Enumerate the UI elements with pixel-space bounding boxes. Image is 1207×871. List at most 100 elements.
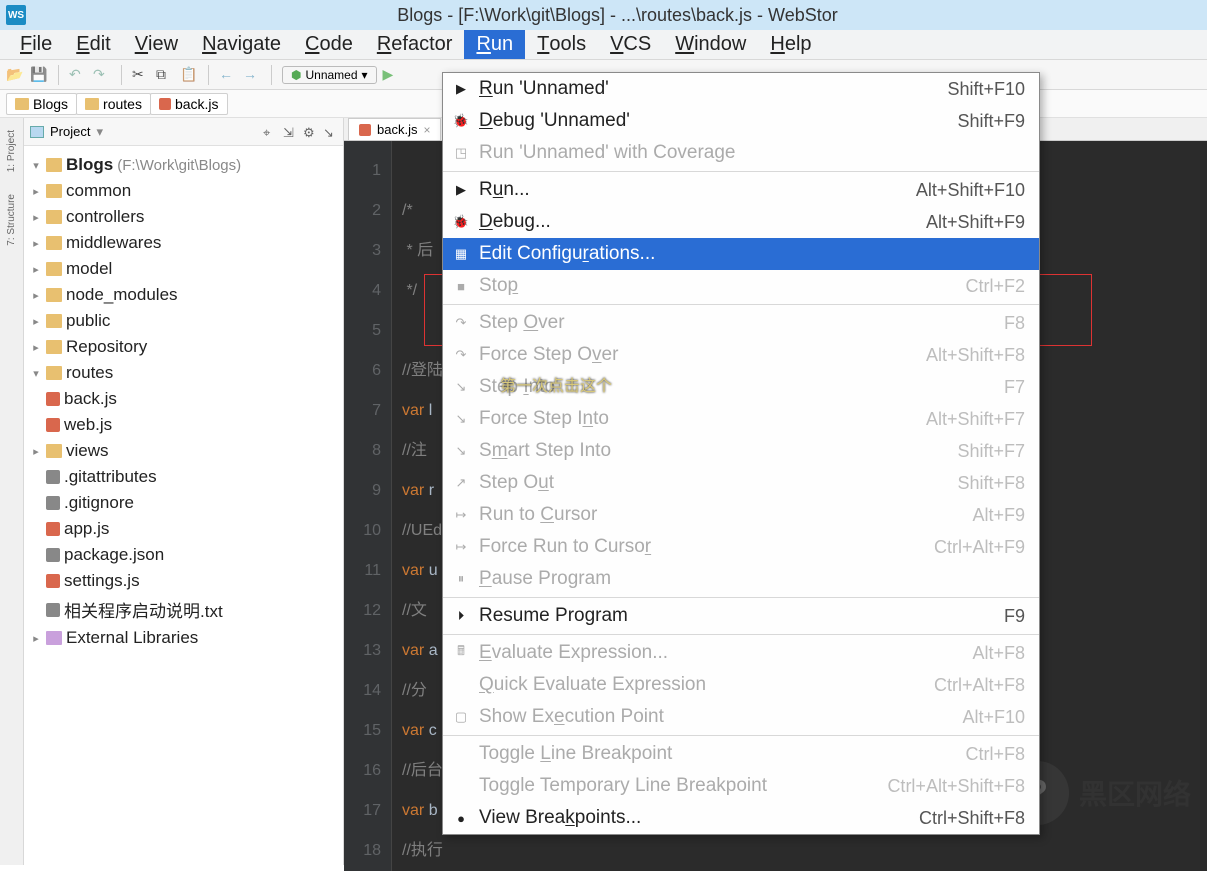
tree-node[interactable]: ▸External Libraries <box>28 625 339 651</box>
tree-twisty-icon: ▸ <box>30 185 42 198</box>
tree-node[interactable]: settings.js <box>28 568 339 594</box>
menu-item-shortcut: Ctrl+Alt+F8 <box>934 675 1025 696</box>
editor-tab-backjs[interactable]: back.js × <box>348 118 441 140</box>
menu-refactor[interactable]: Refactor <box>365 30 465 59</box>
collapse-icon[interactable]: ⇲ <box>283 125 297 139</box>
tree-node[interactable]: ▾Blogs (F:\Work\git\Blogs) <box>28 152 339 178</box>
tree-node[interactable]: ▾routes <box>28 360 339 386</box>
menu-item-label: Debug 'Unnamed' <box>479 110 947 132</box>
project-tree[interactable]: ▾Blogs (F:\Work\git\Blogs)▸common▸contro… <box>24 146 343 657</box>
folder-icon <box>46 158 62 172</box>
redo-icon[interactable]: ↷ <box>93 66 111 84</box>
tree-node[interactable]: .gitattributes <box>28 464 339 490</box>
menu-item[interactable]: 🐞Debug 'Unnamed'Shift+F9 <box>443 105 1039 137</box>
menu-item-shortcut: Alt+F8 <box>972 643 1025 664</box>
tree-node[interactable]: ▸views <box>28 438 339 464</box>
menu-tools[interactable]: Tools <box>525 30 598 59</box>
code-line: //后台 <box>402 751 443 791</box>
open-icon[interactable]: 📂 <box>6 66 24 84</box>
menu-bar: FileEditViewNavigateCodeRefactorRunTools… <box>0 30 1207 60</box>
menu-navigate[interactable]: Navigate <box>190 30 293 59</box>
menu-window[interactable]: Window <box>663 30 758 59</box>
menu-edit[interactable]: Edit <box>64 30 122 59</box>
menu-help[interactable]: Help <box>758 30 823 59</box>
hide-icon[interactable]: ↘ <box>323 125 337 139</box>
tree-label: External Libraries <box>66 628 198 648</box>
menu-item-shortcut: Alt+F9 <box>972 505 1025 526</box>
tree-label: Blogs <box>66 155 113 175</box>
menu-item-label: Smart Step Into <box>479 440 947 462</box>
separator <box>58 65 59 85</box>
menu-item[interactable]: ▦Edit Configurations... <box>443 238 1039 270</box>
undo-icon[interactable]: ↶ <box>69 66 87 84</box>
menu-item-label: Force Run to Cursor <box>479 536 924 558</box>
menu-item[interactable]: 🐞Debug...Alt+Shift+F9 <box>443 206 1039 238</box>
structure-tool-tab[interactable]: 7: Structure <box>4 188 19 252</box>
menu-item-label: Evaluate Expression... <box>479 642 962 664</box>
menu-run[interactable]: Run <box>464 30 525 59</box>
tree-label: web.js <box>64 415 112 435</box>
tree-node[interactable]: ▸ common <box>28 178 339 204</box>
cut-icon[interactable]: ✂ <box>132 66 150 84</box>
folder-icon <box>46 366 62 380</box>
folder-icon <box>46 314 62 328</box>
back-icon[interactable]: ← <box>219 66 237 84</box>
menu-item-icon: ■ <box>453 279 469 294</box>
watermark-text: 黑区网络 <box>1079 773 1191 813</box>
menu-item-shortcut: Ctrl+F8 <box>965 744 1025 765</box>
folder-icon <box>46 340 62 354</box>
tree-node[interactable]: .gitignore <box>28 490 339 516</box>
breadcrumb-item[interactable]: Blogs <box>6 93 77 115</box>
tree-node[interactable]: ▸model <box>28 256 339 282</box>
menu-item-icon: ↦ <box>453 539 469 555</box>
menu-item: ▢Show Execution PointAlt+F10 <box>443 701 1039 733</box>
menu-vcs[interactable]: VCS <box>598 30 663 59</box>
js-file-icon <box>46 574 60 588</box>
tree-node[interactable]: package.json <box>28 542 339 568</box>
code-line: var c <box>402 711 443 751</box>
tab-label: back.js <box>377 122 417 137</box>
tree-label: controllers <box>66 207 144 227</box>
breadcrumb-item[interactable]: routes <box>76 93 151 115</box>
menu-item[interactable]: ⏵Resume ProgramF9 <box>443 600 1039 632</box>
menu-item[interactable]: ▶Run 'Unnamed'Shift+F10 <box>443 73 1039 105</box>
menu-item[interactable]: ▶Run...Alt+Shift+F10 <box>443 174 1039 206</box>
tree-node[interactable]: ▸public <box>28 308 339 334</box>
code-line: var r <box>402 471 443 511</box>
code-line: //注 <box>402 431 443 471</box>
copy-icon[interactable]: ⧉ <box>156 66 174 84</box>
menu-item-icon: ▢ <box>453 709 469 725</box>
menu-item: ⏸Pause Program <box>443 563 1039 595</box>
tree-node[interactable]: ▸node_modules <box>28 282 339 308</box>
menu-file[interactable]: File <box>8 30 64 59</box>
tree-twisty-icon: ▸ <box>30 289 42 302</box>
tree-node[interactable]: ▸Repository <box>28 334 339 360</box>
menu-item-shortcut: Alt+F10 <box>962 707 1025 728</box>
tree-node[interactable]: ▸controllers <box>28 204 339 230</box>
menu-item[interactable]: ●View Breakpoints...Ctrl+Shift+F8 <box>443 802 1039 834</box>
target-icon[interactable]: ⌖ <box>263 125 277 139</box>
gear-icon[interactable]: ⚙ <box>303 125 317 139</box>
menu-view[interactable]: View <box>123 30 190 59</box>
close-tab-icon[interactable]: × <box>423 123 430 137</box>
tree-node[interactable]: back.js <box>28 386 339 412</box>
forward-icon[interactable]: → <box>243 66 261 84</box>
js-file-icon <box>46 522 60 536</box>
tree-node[interactable]: web.js <box>28 412 339 438</box>
paste-icon[interactable]: 📋 <box>180 66 198 84</box>
tree-label: back.js <box>64 389 117 409</box>
run-icon[interactable]: ▶ <box>383 66 401 84</box>
tree-node[interactable]: ▸middlewares <box>28 230 339 256</box>
menu-code[interactable]: Code <box>293 30 365 59</box>
tree-label: common <box>66 181 131 201</box>
code-content[interactable]: /* * 后 *///登陆var l//注var r//UEdvar u//文v… <box>392 141 443 871</box>
project-tool-tab[interactable]: 1: Project <box>4 124 19 178</box>
tree-node[interactable]: 相关程序启动说明.txt <box>28 594 339 625</box>
run-config-selector[interactable]: ⬢ Unnamed ▾ <box>282 66 377 84</box>
breadcrumb-item[interactable]: back.js <box>150 93 228 115</box>
tool-window-strip-left: 1: Project 7: Structure <box>0 118 24 865</box>
dropdown-arrow-icon[interactable]: ▾ <box>96 124 103 140</box>
save-icon[interactable]: 💾 <box>30 66 48 84</box>
menu-item-shortcut: Alt+Shift+F9 <box>926 212 1025 233</box>
tree-node[interactable]: app.js <box>28 516 339 542</box>
